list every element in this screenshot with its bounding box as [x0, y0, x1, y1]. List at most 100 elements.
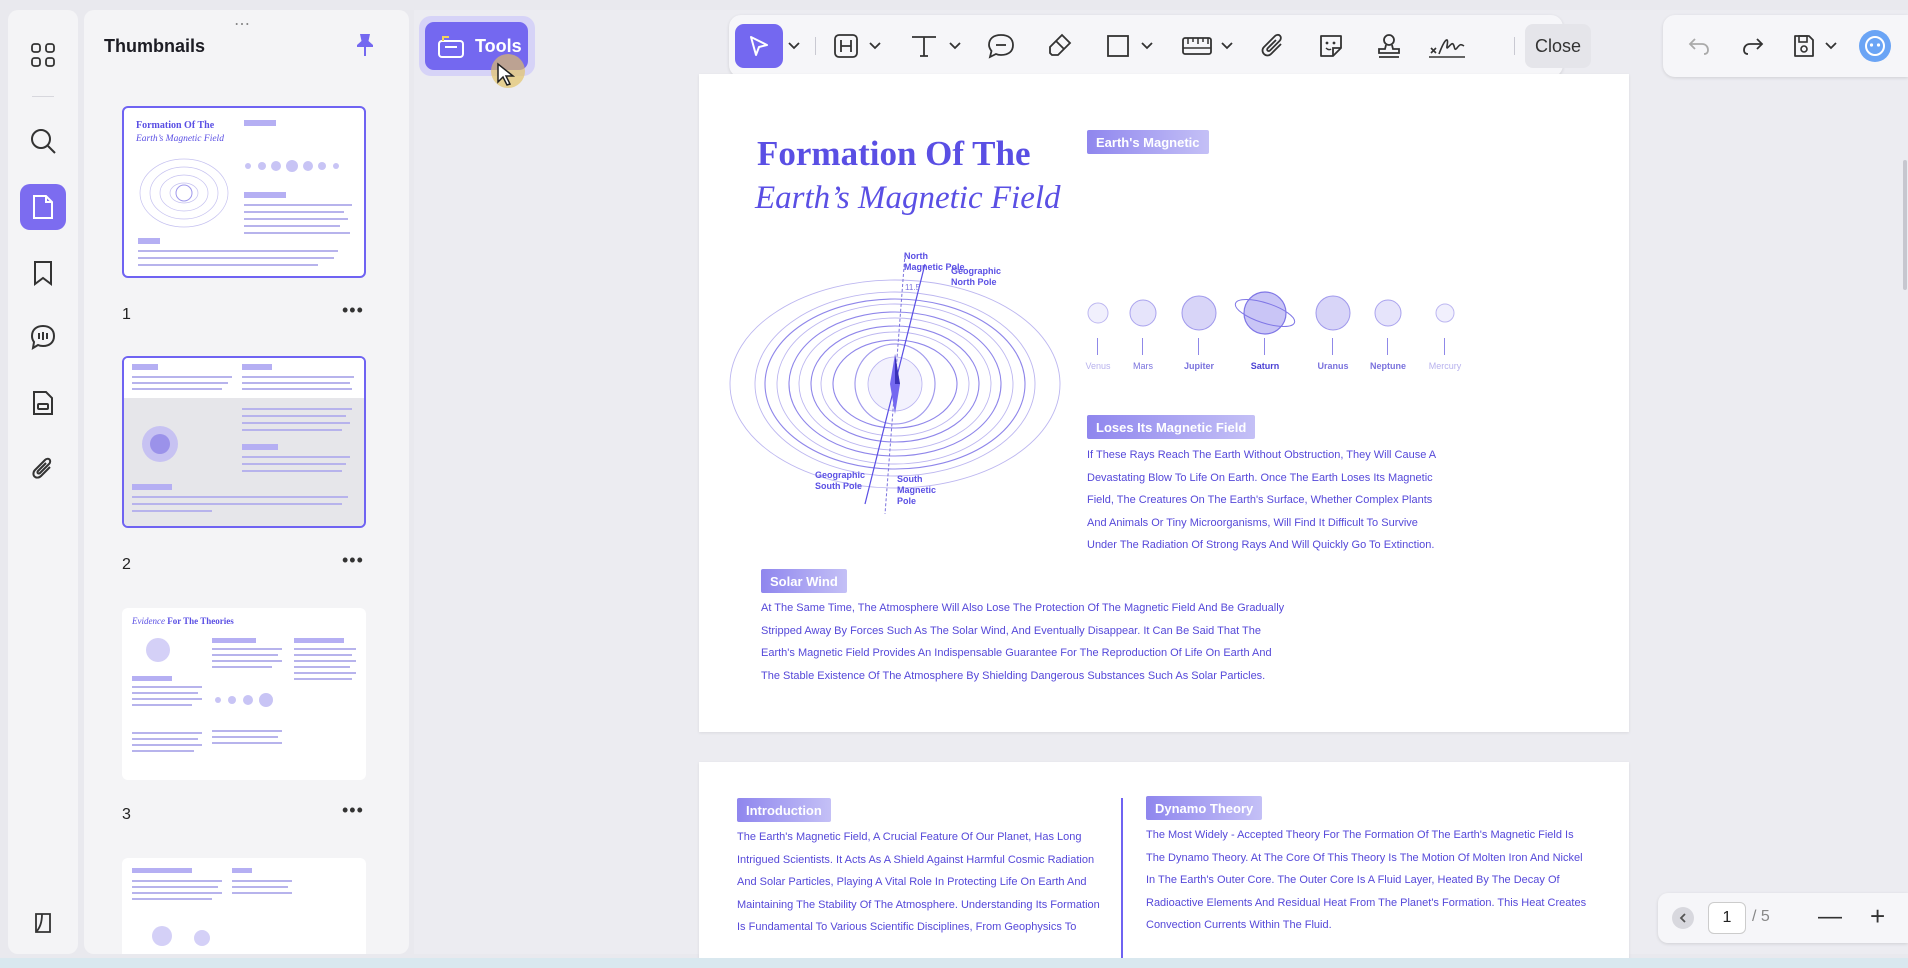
planet-label-saturn: Saturn	[1250, 361, 1280, 371]
south-magnetic-pole-label: South	[897, 474, 923, 484]
page-number-1: 1	[122, 306, 131, 323]
page-navigation-control: 1 / 5 — +	[1658, 893, 1908, 943]
apps-grid-icon[interactable]	[20, 32, 66, 78]
chevron-down-icon	[1141, 42, 1153, 50]
planet-tick	[1444, 338, 1446, 355]
select-tool-button[interactable]	[735, 24, 783, 68]
thumbnails-title: Thumbnails	[104, 36, 206, 56]
solar-wind-tag: Solar Wind	[761, 569, 847, 593]
heading-icon	[834, 34, 858, 58]
svg-text:Magnetic: Magnetic	[897, 485, 936, 495]
page-thumbnail-4[interactable]	[122, 858, 366, 954]
save-button[interactable]	[1787, 24, 1821, 68]
planet-tick	[1264, 338, 1266, 355]
solar-wind-text: At The Same Time, The Atmosphere Will Al…	[761, 602, 1285, 682]
left-rail	[8, 10, 78, 954]
text-tool-dropdown[interactable]	[947, 24, 963, 68]
planet-label-mars: Mars	[1133, 361, 1153, 371]
svg-text:Evidence For The Theories: Evidence For The Theories	[131, 616, 234, 626]
document-page-1: Formation Of The Earth’s Magnetic Field …	[699, 74, 1629, 732]
toolbox-icon	[438, 36, 464, 58]
history-toolbar	[1663, 15, 1908, 77]
redo-button[interactable]	[1735, 24, 1771, 68]
planet-label-mercury: Mercury	[1428, 361, 1462, 371]
page-1-more-button[interactable]: •••	[342, 300, 364, 321]
close-toolbar-button[interactable]: Close	[1525, 24, 1591, 68]
attachment-icon[interactable]	[20, 446, 66, 492]
comments-icon[interactable]	[20, 314, 66, 360]
comment-icon	[988, 34, 1014, 59]
chevron-down-icon	[869, 42, 881, 50]
north-magnetic-pole-label: North	[904, 251, 928, 261]
select-tool-dropdown[interactable]	[785, 24, 803, 68]
doc-title-line1: Formation Of The	[757, 134, 1031, 173]
sticker-icon	[1320, 35, 1342, 57]
chevron-down-icon	[949, 42, 961, 50]
heading-tool-dropdown[interactable]	[867, 24, 883, 68]
bookmark-icon[interactable]	[20, 250, 66, 296]
pin-icon[interactable]	[350, 30, 380, 60]
heading-tool-button[interactable]	[829, 24, 863, 68]
magnetic-field-diagram: 11.5 North Magnetic Pole Geographic Nort…	[729, 251, 1061, 514]
save-dropdown[interactable]	[1823, 24, 1839, 68]
thumbnails-page-icon[interactable]	[20, 184, 66, 230]
chevron-down-icon	[1825, 42, 1837, 50]
form-fields-icon[interactable]	[20, 380, 66, 426]
total-pages: / 5	[1752, 908, 1770, 925]
text-icon	[912, 36, 936, 57]
introduction-text: The Earth's Magnetic Field, A Crucial Fe…	[737, 831, 1100, 933]
measure-tool-dropdown[interactable]	[1219, 24, 1235, 68]
page-number-2: 2	[122, 556, 131, 573]
undo-button[interactable]	[1681, 24, 1717, 68]
planet-label-neptune: Neptune	[1370, 361, 1406, 371]
column-divider	[1121, 798, 1123, 958]
chevron-down-icon	[788, 42, 800, 50]
search-icon[interactable]	[20, 118, 66, 164]
shape-tool-button[interactable]	[1101, 24, 1135, 68]
earths-magnetic-tag: Earth's Magnetic	[1087, 130, 1209, 154]
loses-magnetic-field-text: If These Rays Reach The Earth Without Ob…	[1087, 449, 1437, 551]
text-tool-button[interactable]	[907, 24, 941, 68]
page-number-3: 3	[122, 806, 131, 823]
document-page-2: Introduction The Earth's Magnetic Field,…	[699, 762, 1629, 968]
zoom-in-button[interactable]: +	[1870, 901, 1885, 932]
vertical-scrollbar[interactable]	[1903, 160, 1907, 290]
highlighter-tool-button[interactable]	[1041, 24, 1077, 68]
panel-drag-handle[interactable]: ⋯	[234, 14, 252, 34]
taskbar-edge	[0, 958, 1908, 968]
thumbnails-panel: ⋯ Thumbnails Formation Of The Earth’s Ma…	[84, 10, 409, 954]
ai-assistant-icon	[1859, 30, 1891, 62]
planet-tick	[1387, 338, 1389, 355]
planet-tick	[1332, 338, 1334, 355]
layers-icon[interactable]	[20, 900, 66, 946]
measure-tool-button[interactable]	[1179, 24, 1215, 68]
planet-label-uranus: Uranus	[1317, 361, 1349, 371]
zoom-out-button[interactable]: —	[1818, 903, 1842, 931]
page-thumbnail-3[interactable]: Evidence For The Theories	[122, 608, 366, 780]
comment-tool-button[interactable]	[983, 24, 1019, 68]
paperclip-icon	[1261, 33, 1282, 57]
signature-tool-button[interactable]	[1425, 24, 1469, 68]
rectangle-icon	[1107, 35, 1129, 57]
shape-tool-dropdown[interactable]	[1139, 24, 1155, 68]
stamp-tool-button[interactable]	[1371, 24, 1407, 68]
mouse-cursor-icon	[497, 62, 516, 86]
save-icon	[1794, 35, 1814, 57]
angle-label: 11.5	[905, 283, 921, 292]
ai-assistant-button[interactable]	[1855, 24, 1895, 68]
chevron-left-icon	[1679, 913, 1686, 923]
loses-magnetic-field-tag: Loses Its Magnetic Field	[1087, 415, 1256, 439]
previous-page-button[interactable]	[1672, 907, 1694, 929]
attach-file-button[interactable]	[1255, 24, 1291, 68]
tools-label: Tools	[475, 35, 522, 56]
planet-tick	[1198, 338, 1200, 355]
page-thumbnail-2[interactable]	[122, 356, 366, 528]
chevron-down-icon	[1221, 42, 1233, 50]
sticker-tool-button[interactable]	[1313, 24, 1349, 68]
doc-title-line2: Earth’s Magnetic Field	[755, 180, 1061, 216]
page-thumbnail-1[interactable]: Formation Of The Earth’s Magnetic Field	[122, 106, 366, 278]
toolbar-divider	[815, 37, 816, 55]
page-2-more-button[interactable]: •••	[342, 550, 364, 571]
current-page-input[interactable]: 1	[1708, 902, 1746, 934]
page-3-more-button[interactable]: •••	[342, 800, 364, 821]
